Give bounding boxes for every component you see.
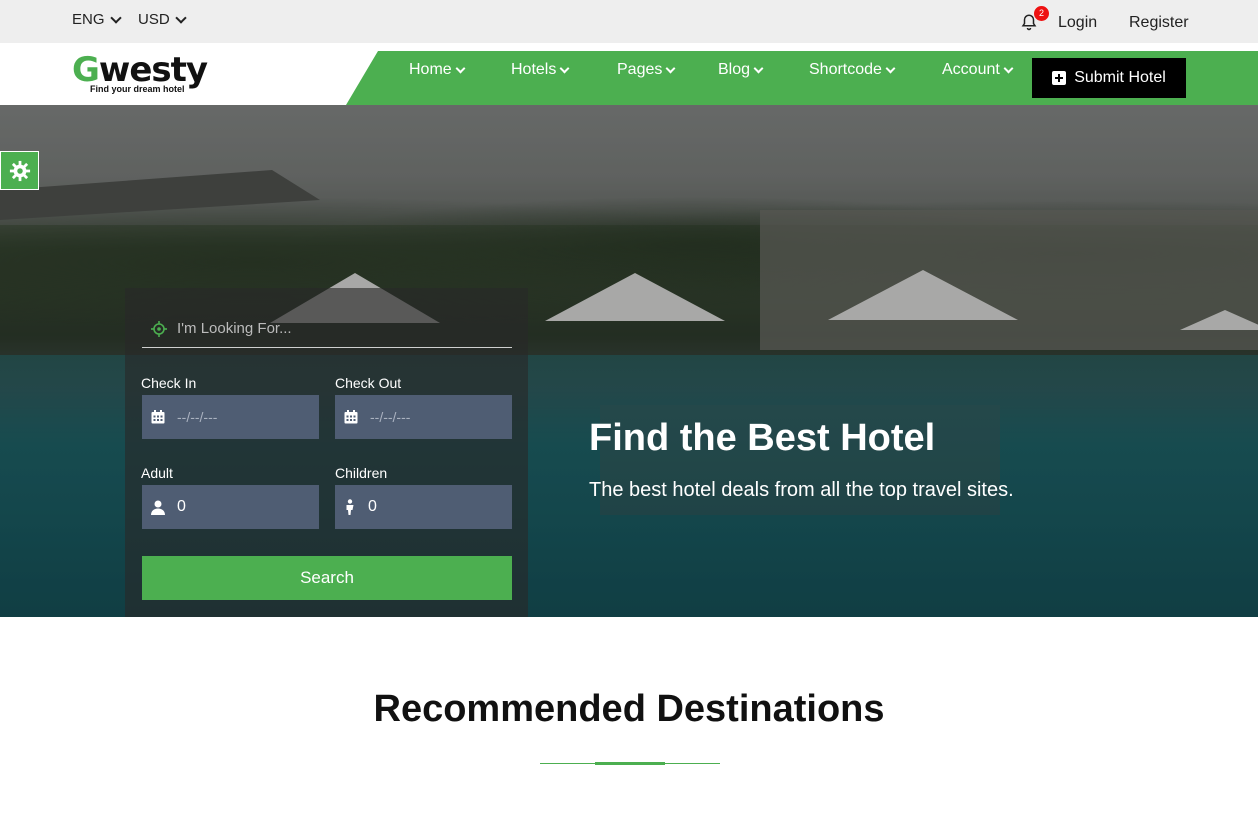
search-input[interactable]: I'm Looking For...	[142, 310, 512, 348]
login-link[interactable]: Login	[1058, 14, 1097, 32]
chevron-down-icon	[885, 63, 896, 73]
adult-value: 0	[177, 498, 186, 515]
plus-square-icon	[1052, 71, 1067, 85]
chevron-down-icon	[665, 63, 676, 73]
check-in-field[interactable]: --/--/---	[142, 395, 319, 439]
gear-icon	[9, 160, 30, 181]
calendar-icon	[151, 410, 165, 424]
logo[interactable]: Gwesty Find your dream hotel	[72, 50, 208, 94]
logo-wordmark: Gwesty	[72, 50, 208, 90]
submit-hotel-label: Submit Hotel	[1074, 69, 1166, 86]
currency-label: USD	[138, 11, 170, 28]
chevron-down-icon	[559, 63, 570, 73]
nav-label: Home	[409, 61, 452, 78]
top-bar: ENG USD 2 Login Register	[0, 0, 1258, 43]
crosshair-icon	[151, 320, 167, 337]
children-field[interactable]: 0	[335, 485, 512, 529]
nav-label: Shortcode	[809, 61, 882, 78]
nav-item-hotels[interactable]: Hotels	[511, 61, 570, 79]
chevron-down-icon	[753, 63, 764, 73]
date-placeholder: --/--/---	[177, 409, 218, 425]
register-link[interactable]: Register	[1129, 14, 1189, 32]
notification-badge: 2	[1034, 6, 1049, 21]
section-title: Recommended Destinations	[373, 688, 885, 730]
check-in-label: Check In	[141, 375, 197, 391]
nav-item-blog[interactable]: Blog	[718, 61, 764, 79]
nav-item-account[interactable]: Account	[942, 61, 1014, 79]
language-selector[interactable]: ENG	[72, 11, 122, 28]
language-label: ENG	[72, 11, 105, 28]
search-button[interactable]: Search	[142, 556, 512, 600]
date-placeholder: --/--/---	[370, 409, 411, 425]
adult-label: Adult	[141, 465, 173, 481]
nav-item-pages[interactable]: Pages	[617, 61, 676, 79]
nav-item-shortcode[interactable]: Shortcode	[809, 61, 896, 79]
chevron-down-icon	[175, 11, 187, 24]
nav-item-home[interactable]: Home	[409, 61, 466, 79]
child-icon	[346, 499, 354, 515]
chevron-down-icon	[455, 63, 466, 73]
children-value: 0	[368, 498, 377, 515]
hero-banner: I'm Looking For... Check In Check Out --…	[0, 105, 1258, 617]
hero-title: Find the Best Hotel	[589, 417, 936, 459]
children-label: Children	[335, 465, 388, 481]
nav-label: Blog	[718, 61, 751, 78]
calendar-icon	[344, 410, 358, 424]
submit-hotel-button[interactable]: Submit Hotel	[1032, 58, 1186, 98]
settings-toggle[interactable]	[0, 151, 39, 190]
nav-label: Hotels	[511, 61, 557, 78]
check-out-field[interactable]: --/--/---	[335, 395, 512, 439]
title-divider-accent	[595, 762, 665, 765]
nav-label: Account	[942, 61, 1000, 78]
hero-subtitle: The best hotel deals from all the top tr…	[589, 479, 1014, 501]
nav-label: Pages	[617, 61, 663, 78]
user-icon	[151, 500, 165, 515]
search-placeholder: I'm Looking For...	[177, 320, 292, 337]
check-out-label: Check Out	[335, 375, 402, 391]
main-header: Gwesty Find your dream hotel Home Hotels…	[0, 43, 1258, 105]
currency-selector[interactable]: USD	[138, 11, 187, 28]
chevron-down-icon	[1003, 63, 1014, 73]
chevron-down-icon	[109, 11, 122, 24]
search-panel: I'm Looking For... Check In Check Out --…	[125, 288, 528, 617]
adult-field[interactable]: 0	[142, 485, 319, 529]
